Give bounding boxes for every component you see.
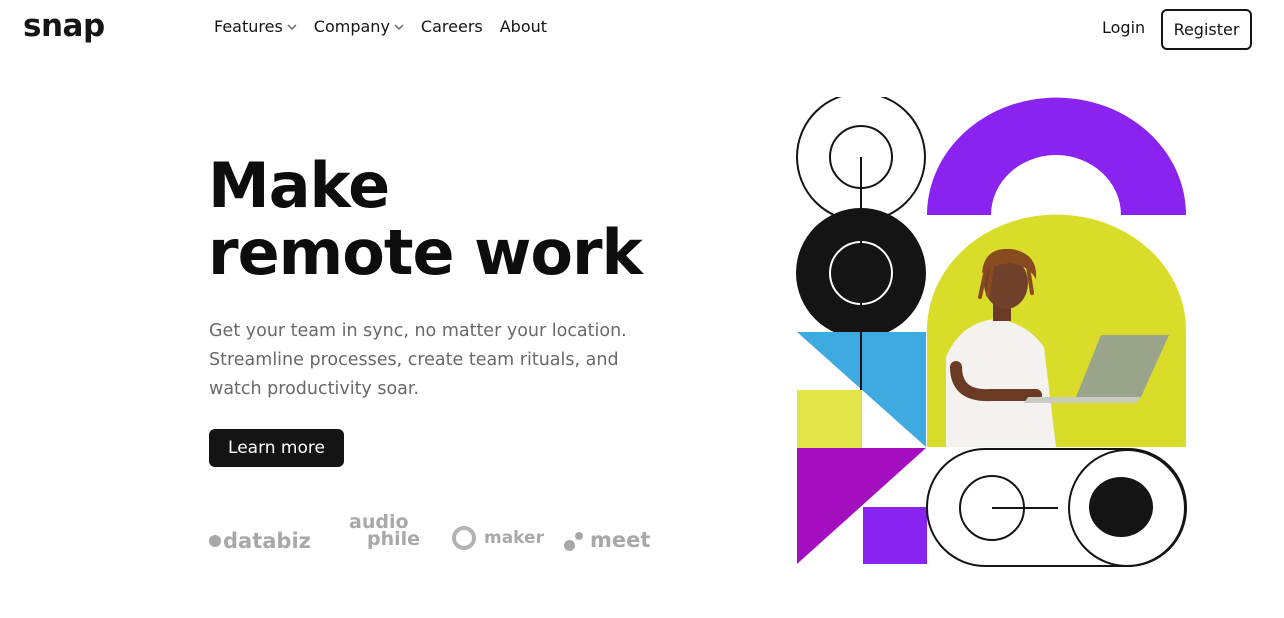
snap-logo[interactable]: snap — [23, 8, 105, 44]
nav-about[interactable]: About — [500, 17, 547, 36]
register-button[interactable]: Register — [1161, 9, 1252, 50]
meet-logo: meet — [564, 528, 650, 552]
learn-more-button[interactable]: Learn more — [209, 429, 344, 467]
nav-features[interactable]: Features — [214, 17, 297, 36]
audiophile-logo: audio phile — [349, 513, 421, 550]
maker-label: maker — [484, 528, 544, 548]
nav-about-label: About — [499, 17, 548, 36]
hero-title-line1: Make — [208, 149, 390, 222]
person-photo — [927, 214, 1186, 447]
nav-features-label: Features — [214, 17, 283, 36]
databiz-logo: databiz — [209, 529, 311, 553]
purple-square-shape — [863, 507, 927, 564]
login-link[interactable]: Login — [1102, 18, 1145, 37]
nav-company[interactable]: Company — [314, 17, 404, 36]
main-nav: Features Company Careers About — [214, 17, 564, 36]
yellow-square-shape — [797, 390, 862, 448]
client-logos: databiz audio phile maker meet — [209, 512, 659, 562]
hero-illustration — [796, 97, 1187, 567]
chevron-down-icon — [394, 23, 404, 30]
databiz-label: databiz — [223, 529, 311, 553]
hero-title-line2: remote work — [208, 216, 643, 289]
purple-arch-shape — [927, 97, 1186, 215]
meet-dots-icon — [564, 529, 586, 551]
chevron-down-icon — [287, 23, 297, 30]
hero-subtitle: Get your team in sync, no matter your lo… — [209, 321, 627, 399]
nav-careers[interactable]: Careers — [421, 17, 483, 36]
bottom-capsule-ornament — [926, 448, 1187, 567]
maker-logo: maker — [452, 526, 544, 550]
nav-company-label: Company — [313, 17, 390, 36]
meet-label: meet — [590, 528, 651, 552]
nav-careers-label: Careers — [420, 17, 483, 36]
maker-ring-icon — [452, 526, 476, 550]
hero-title: Make remote work — [208, 149, 643, 289]
audiophile-label-2: phile — [367, 528, 421, 550]
databiz-dot-icon — [209, 535, 221, 547]
